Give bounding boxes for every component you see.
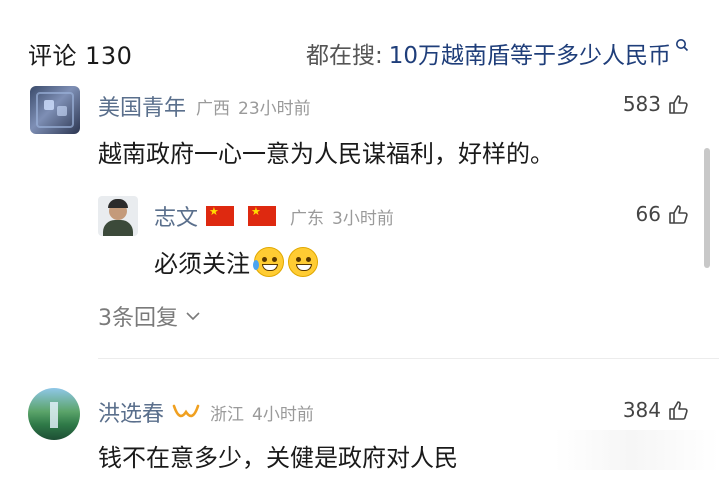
view-replies-button[interactable]: 3条回复 xyxy=(98,300,202,332)
reply-like-button[interactable]: 66 xyxy=(636,202,689,226)
avatar[interactable] xyxy=(30,86,80,134)
truncation-fade xyxy=(500,430,719,470)
reply-item: 志文 广东 3小时前 66 必须关注 xyxy=(98,196,719,279)
reply-text: 必须关注 xyxy=(154,250,250,278)
comments-header: 评论 130 都在搜: 10万越南盾等于多少人民币 xyxy=(0,0,719,86)
chevron-down-icon xyxy=(186,312,200,321)
reply-author-row: 志文 广东 3小时前 xyxy=(154,200,394,232)
comment-item: 美国青年 广西 23小时前 583 越南政府一心一意为人民谋福利，好样的。 xyxy=(0,86,719,168)
avatar[interactable] xyxy=(28,388,80,440)
avatar[interactable] xyxy=(98,196,138,236)
vip-badge-icon xyxy=(172,404,200,418)
comment-time: 23小时前 xyxy=(238,98,311,119)
replies-label: 3条回复 xyxy=(98,306,178,331)
reply-text-row: 必须关注 xyxy=(154,244,318,279)
author-name[interactable]: 洪选春 xyxy=(98,396,164,428)
comments-count-title: 评论 130 xyxy=(28,42,133,70)
like-count: 384 xyxy=(622,398,661,422)
search-prefix: 都在搜: xyxy=(305,43,383,69)
thumbs-up-icon xyxy=(669,205,688,224)
author-location: 浙江 xyxy=(210,404,245,425)
china-flag-icon xyxy=(206,205,235,226)
comment-time: 4小时前 xyxy=(252,404,314,425)
comment-author-row: 洪选春 浙江 4小时前 xyxy=(98,396,314,428)
reply-author-name[interactable]: 志文 xyxy=(154,200,198,232)
trending-search[interactable]: 都在搜: 10万越南盾等于多少人民币 xyxy=(306,36,689,70)
thumbs-up-icon xyxy=(669,95,688,114)
laughing-crying-emoji xyxy=(253,246,284,277)
china-flag-icon xyxy=(248,205,277,226)
like-count: 66 xyxy=(635,202,661,226)
search-query-link[interactable]: 10万越南盾等于多少人民币 xyxy=(389,36,671,70)
grinning-emoji xyxy=(288,246,318,277)
search-icon[interactable] xyxy=(675,38,689,52)
scrollbar[interactable] xyxy=(704,148,710,268)
comment-author-row: 美国青年 广西 23小时前 xyxy=(98,90,311,122)
comment-text: 越南政府一心一意为人民谋福利，好样的。 xyxy=(98,140,554,168)
author-name[interactable]: 美国青年 xyxy=(98,90,186,122)
like-button[interactable]: 583 xyxy=(623,92,689,116)
like-button[interactable]: 384 xyxy=(623,398,689,422)
thumbs-up-icon xyxy=(669,401,688,420)
like-count: 583 xyxy=(622,92,661,116)
comment-text: 钱不在意多少，关健是政府对人民 xyxy=(98,444,458,472)
reply-time: 3小时前 xyxy=(332,208,394,229)
divider xyxy=(98,358,719,359)
reply-location: 广东 xyxy=(290,208,325,229)
author-location: 广西 xyxy=(196,98,231,119)
